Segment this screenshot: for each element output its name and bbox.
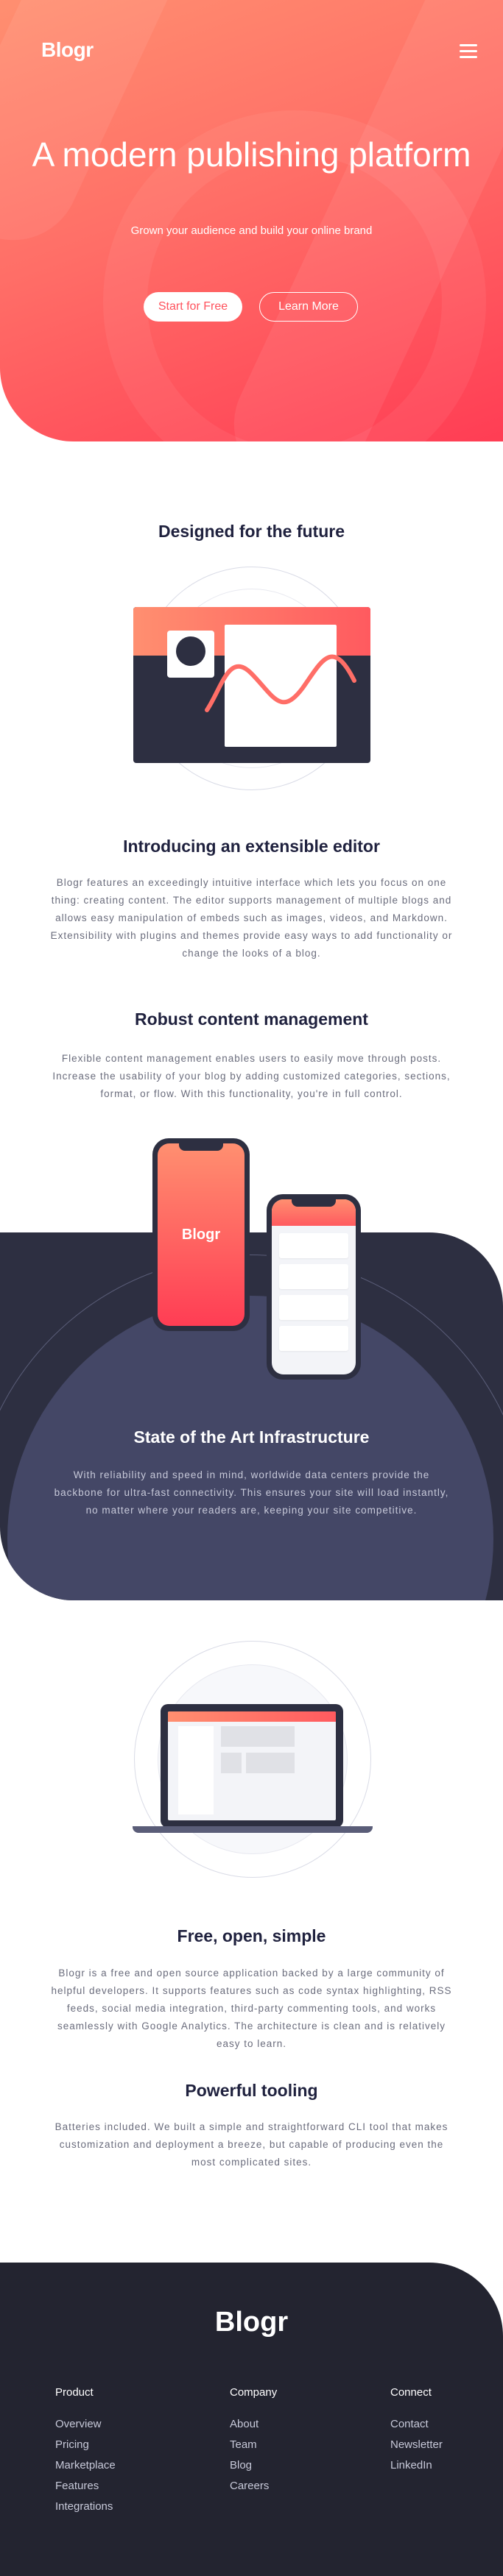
- section-title-designed: Designed for the future: [158, 522, 345, 541]
- footer-link-team[interactable]: Team: [230, 2438, 277, 2459]
- footer-heading-company: Company: [230, 2386, 278, 2399]
- feature-body-free: Blogr is a free and open source applicat…: [51, 1968, 452, 2049]
- footer: Blogr Product Overview Pricing Marketpla…: [0, 2263, 503, 2576]
- infrastructure-section: [0, 1232, 503, 1600]
- feature-body-editor: Blogr features an exceedingly intuitive …: [50, 877, 453, 959]
- hero-title: A modern publishing platform: [32, 135, 471, 174]
- footer-link-blog[interactable]: Blog: [230, 2459, 277, 2480]
- editor-wave-line: [205, 654, 356, 712]
- footer-heading-product: Product: [55, 2386, 94, 2399]
- footer-column-product: Product Overview Pricing Marketplace Fea…: [55, 2386, 116, 2521]
- phone-logo: Blogr: [181, 1227, 221, 1243]
- main-content: Designed for the future Introducing an e…: [0, 441, 503, 2576]
- feature-title-content: Robust content management: [135, 1010, 368, 1029]
- phone-illustration-brand: Blogr: [152, 1138, 250, 1331]
- infra-title: State of the Art Infrastructure: [133, 1427, 370, 1447]
- editor-illustration: [133, 607, 370, 763]
- learn-more-button[interactable]: Learn More: [259, 292, 358, 322]
- hero-section: Blogr A modern publishing platform Grown…: [0, 0, 503, 441]
- phone-illustration-list: [267, 1194, 361, 1380]
- footer-link-marketplace[interactable]: Marketplace: [55, 2459, 116, 2480]
- feature-title-free: Free, open, simple: [177, 1926, 326, 1945]
- footer-column-company: Company About Team Blog Careers: [230, 2386, 277, 2500]
- footer-link-linkedin[interactable]: LinkedIn: [390, 2459, 443, 2480]
- feature-title-editor: Introducing an extensible editor: [123, 837, 380, 856]
- laptop-illustration: [161, 1704, 343, 1828]
- footer-link-about[interactable]: About: [230, 2418, 277, 2438]
- footer-link-integrations[interactable]: Integrations: [55, 2500, 116, 2521]
- feature-body-tooling: Batteries included. We built a simple an…: [54, 2121, 449, 2168]
- footer-logo[interactable]: Blogr: [0, 2307, 503, 2338]
- start-for-free-button[interactable]: Start for Free: [144, 292, 242, 322]
- feature-title-tooling: Powerful tooling: [185, 2081, 318, 2100]
- feature-body-content: Flexible content management enables user…: [52, 1053, 451, 1099]
- footer-link-careers[interactable]: Careers: [230, 2480, 277, 2500]
- footer-heading-connect: Connect: [390, 2386, 432, 2399]
- laptop-base: [133, 1826, 373, 1833]
- hero-subtitle: Grown your audience and build your onlin…: [130, 224, 373, 237]
- footer-column-connect: Connect Contact Newsletter LinkedIn: [390, 2386, 443, 2480]
- footer-link-overview[interactable]: Overview: [55, 2418, 116, 2438]
- footer-link-features[interactable]: Features: [55, 2480, 116, 2500]
- header-logo[interactable]: Blogr: [41, 38, 94, 62]
- footer-link-newsletter[interactable]: Newsletter: [390, 2438, 443, 2459]
- footer-link-pricing[interactable]: Pricing: [55, 2438, 116, 2459]
- hamburger-icon[interactable]: [460, 44, 477, 59]
- footer-link-contact[interactable]: Contact: [390, 2418, 443, 2438]
- infra-body: With reliability and speed in mind, worl…: [54, 1469, 449, 1516]
